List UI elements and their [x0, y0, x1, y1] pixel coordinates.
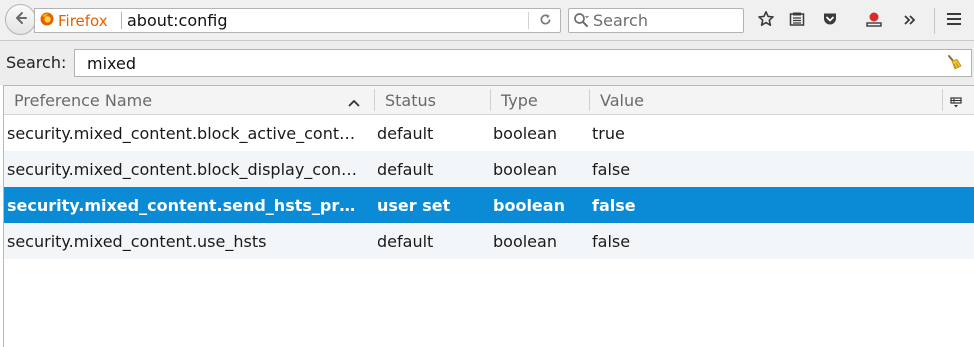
table-row[interactable]: security.mixed_content.block_display_con…	[4, 151, 974, 187]
navigation-toolbar: Firefox about:config Search	[0, 0, 974, 41]
bookmark-button[interactable]	[754, 9, 778, 33]
table-row[interactable]: security.mixed_content.use_hsts default …	[4, 223, 974, 259]
toolbar-separator	[934, 8, 935, 34]
search-placeholder: Search	[593, 11, 648, 30]
pref-value-cell: true	[592, 124, 625, 143]
pref-status-cell: default	[377, 160, 434, 179]
reading-list-button[interactable]	[785, 9, 809, 33]
menu-button[interactable]	[942, 9, 966, 33]
column-divider[interactable]	[374, 89, 375, 111]
pref-value-cell: false	[592, 232, 631, 251]
pref-type-cell: boolean	[493, 196, 565, 215]
downloads-button[interactable]	[862, 9, 886, 33]
url-text[interactable]: about:config	[127, 11, 228, 30]
pref-value-cell: false	[592, 196, 636, 215]
search-label: Search:	[6, 53, 67, 72]
search-icon	[573, 12, 589, 32]
back-button[interactable]	[5, 4, 36, 35]
preferences-table[interactable]: Preference Name Status Type Value securi…	[3, 85, 974, 347]
column-header-status[interactable]: Status	[385, 86, 485, 114]
firefox-logo-icon	[40, 11, 54, 30]
url-divider	[528, 12, 529, 29]
column-divider[interactable]	[490, 89, 491, 111]
overflow-chevron-icon	[903, 12, 917, 31]
search-input[interactable]: mixed	[74, 49, 972, 77]
identity-box[interactable]: Firefox	[40, 9, 108, 32]
sort-ascending-icon[interactable]	[347, 94, 361, 113]
reload-button[interactable]	[535, 10, 555, 31]
column-header-status-label: Status	[385, 90, 436, 110]
column-header-name[interactable]: Preference Name	[14, 86, 354, 114]
overflow-button[interactable]	[898, 9, 922, 33]
reload-icon	[539, 11, 552, 30]
pocket-icon	[822, 11, 838, 31]
pref-type-cell: boolean	[493, 124, 557, 143]
hamburger-menu-icon	[945, 11, 963, 31]
downloads-icon	[865, 10, 883, 32]
column-divider[interactable]	[589, 89, 590, 111]
config-search-row: Search: mixed	[0, 41, 974, 85]
reading-list-icon	[789, 11, 805, 31]
search-input-value[interactable]: mixed	[87, 54, 136, 73]
pref-name-cell: security.mixed_content.block_active_cont…	[7, 124, 356, 143]
url-bar[interactable]: Firefox about:config	[34, 8, 561, 33]
pref-status-cell: default	[377, 124, 434, 143]
pref-name-cell: security.mixed_content.send_hsts_pr…	[7, 196, 356, 215]
pref-status-cell: user set	[377, 196, 451, 215]
column-header-type[interactable]: Type	[501, 86, 581, 114]
identity-label: Firefox	[58, 11, 108, 30]
column-header-type-label: Type	[501, 90, 538, 110]
identity-divider	[121, 12, 122, 29]
table-header: Preference Name Status Type Value	[4, 86, 974, 115]
back-arrow-icon	[13, 10, 29, 30]
pocket-button[interactable]	[818, 9, 842, 33]
pref-value-cell: false	[592, 160, 631, 179]
pref-name-cell: security.mixed_content.use_hsts	[7, 232, 267, 251]
column-picker-icon[interactable]	[950, 94, 962, 113]
column-header-value-label: Value	[600, 90, 644, 110]
bookmark-star-icon	[757, 10, 775, 32]
clear-filter-broom-icon[interactable]	[945, 54, 963, 76]
table-row[interactable]: security.mixed_content.block_active_cont…	[4, 115, 974, 151]
table-row-selected[interactable]: security.mixed_content.send_hsts_pr… use…	[4, 187, 974, 223]
column-header-name-label: Preference Name	[14, 90, 153, 110]
column-divider	[942, 89, 943, 111]
column-header-value[interactable]: Value	[600, 86, 800, 114]
search-bar[interactable]: Search	[568, 8, 744, 33]
pref-type-cell: boolean	[493, 160, 557, 179]
pref-type-cell: boolean	[493, 232, 557, 251]
pref-status-cell: default	[377, 232, 434, 251]
pref-name-cell: security.mixed_content.block_display_con…	[7, 160, 358, 179]
